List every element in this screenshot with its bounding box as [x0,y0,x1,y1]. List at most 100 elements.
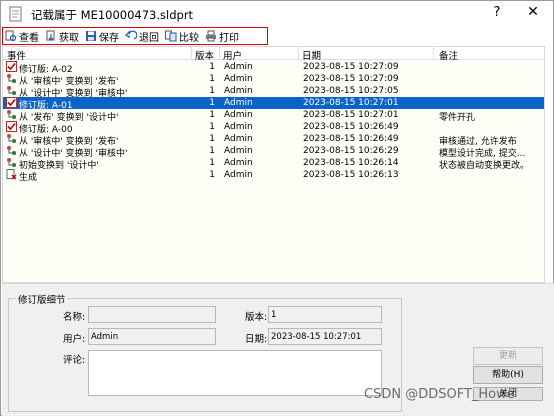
close-icon[interactable]: ✕ [521,4,545,24]
view-label: 查看 [19,32,39,44]
version-cell: 1 [209,97,215,108]
revision-detail-title: 修订版细节 [16,292,68,306]
transition-icon [6,85,17,96]
column-header-version[interactable]: 版本 [195,48,214,62]
table-row[interactable]: 修订版: A-02 1 Admin 2023-08-15 10:27:09 [3,61,544,75]
list-header: 事件 版本 用户 日期 备注 [3,47,544,62]
version-cell: 1 [209,133,215,144]
date-cell: 2023-08-15 10:26:49 [303,133,399,144]
user-cell: Admin [224,73,253,84]
date-cell: 2023-08-15 10:27:09 [303,73,399,84]
checkmark-icon [6,97,17,108]
view-icon [5,30,17,42]
date-cell: 2023-08-15 10:27:01 [303,97,399,108]
table-row[interactable]: 从 '发布' 变换到 '设计中' 1 Admin 2023-08-15 10:27:0… [3,109,544,123]
user-label: 用户: [63,334,86,345]
version-cell: 1 [209,157,215,168]
window-title: 记载属于 ME10000473.sldprt [31,8,194,22]
version-cell: 1 [209,145,215,156]
user-cell: Admin [224,169,253,180]
column-divider[interactable] [219,47,220,60]
user-cell: Admin [224,157,253,168]
table-row[interactable]: 修订版: A-01 1 Admin 2023-08-15 10:27:01 [3,97,544,111]
date-cell: 2023-08-15 10:26:49 [303,121,399,132]
watermark: CSDN @DDSOFT_Howe [364,387,515,402]
save-label: 保存 [99,32,119,44]
user-cell: Admin [224,85,253,96]
table-row[interactable]: 修订版: A-00 1 Admin 2023-08-15 10:26:49 [3,121,544,135]
checkmark-icon [6,121,17,132]
column-header-note[interactable]: 备注 [439,48,458,62]
history-list[interactable]: 事件 版本 用户 日期 备注 修订版: A-02 1 Admin 2023-08-15… [2,46,545,283]
comment-label: 评论: [63,355,86,366]
name-field [88,306,216,323]
get-icon [46,30,55,41]
update-button[interactable]: 更新 [473,347,543,365]
toolbar: 查看 获取 保存 退回 比较 打印 [2,27,268,45]
transition-icon [6,145,17,156]
rollback-icon [125,30,137,40]
save-icon [86,31,96,41]
user-cell: Admin [224,121,253,132]
version-field: 1 [268,306,382,323]
transition-icon [6,73,17,84]
version-cell: 1 [209,121,215,132]
transition-icon [6,109,17,120]
compare-icon [165,30,177,42]
rollback-label: 退回 [139,32,159,44]
create-icon [6,169,17,180]
date-cell: 2023-08-15 10:26:29 [303,145,399,156]
table-row[interactable]: 从 '设计中' 变换到 '审核中' 1 Admin 2023-08-15 10:27:… [3,85,544,99]
title-bar: 记载属于 ME10000473.sldprt ? ✕ [1,1,553,27]
print-icon [206,30,216,42]
user-cell: Admin [224,61,253,72]
comment-field[interactable] [88,350,382,396]
get-label: 获取 [59,32,79,44]
event-cell: 生成 [19,172,38,183]
table-row[interactable]: 初始变换到 '设计中' 1 Admin 2023-08-15 10:26:14 状态被自… [3,157,544,171]
date-cell: 2023-08-15 10:27:01 [303,109,399,120]
column-divider[interactable] [191,47,192,60]
date-cell: 2023-08-15 10:27:05 [303,85,399,96]
user-cell: Admin [224,145,253,156]
date-cell: 2023-08-15 10:26:14 [303,157,399,168]
document-icon [9,6,22,22]
user-cell: Admin [224,109,253,120]
save-button[interactable]: 保存 [85,29,119,44]
transition-icon [6,157,17,168]
table-row[interactable]: 从 '设计中' 变换到 '审核中' 1 Admin 2023-08-15 10:26:… [3,145,544,159]
version-cell: 1 [209,61,215,72]
user-cell: Admin [224,133,253,144]
rollback-button[interactable]: 退回 [125,29,159,44]
table-row[interactable]: 生成 1 Admin 2023-08-15 10:26:13 [3,169,544,183]
help-icon[interactable]: ? [487,5,507,23]
date-cell: 2023-08-15 10:26:13 [303,169,399,180]
compare-button[interactable]: 比较 [165,29,199,44]
version-cell: 1 [209,109,215,120]
date-cell: 2023-08-15 10:27:09 [303,61,399,72]
name-label: 名称: [63,312,86,323]
version-cell: 1 [209,73,215,84]
column-header-date[interactable]: 日期 [302,48,321,62]
transition-icon [6,133,17,144]
column-divider[interactable] [433,47,434,60]
view-button[interactable]: 查看 [5,29,39,44]
date-label: 日期: [245,334,268,345]
column-header-user[interactable]: 用户 [223,48,242,62]
print-button[interactable]: 打印 [205,29,239,44]
history-dialog: 记载属于 ME10000473.sldprt ? ✕ 查看 获取 保存 退回 比… [0,0,554,416]
get-button[interactable]: 获取 [45,29,79,44]
table-row[interactable]: 从 '审核中' 变换到 '发布' 1 Admin 2023-08-15 10:27:0… [3,73,544,87]
version-cell: 1 [209,85,215,96]
table-row[interactable]: 从 '审核中' 变换到 '发布' 1 Admin 2023-08-15 10:26:4… [3,133,544,147]
user-cell: Admin [224,97,253,108]
version-cell: 1 [209,169,215,180]
column-header-event[interactable]: 事件 [7,48,26,62]
checkmark-icon [6,61,17,72]
version-label: 版本: [245,312,268,323]
help-button[interactable]: 帮助(H) [473,366,543,384]
user-field: Admin [88,328,216,345]
column-divider[interactable] [298,47,299,60]
date-field: 2023-08-15 10:27:01 [268,328,382,345]
compare-label: 比较 [179,32,199,44]
